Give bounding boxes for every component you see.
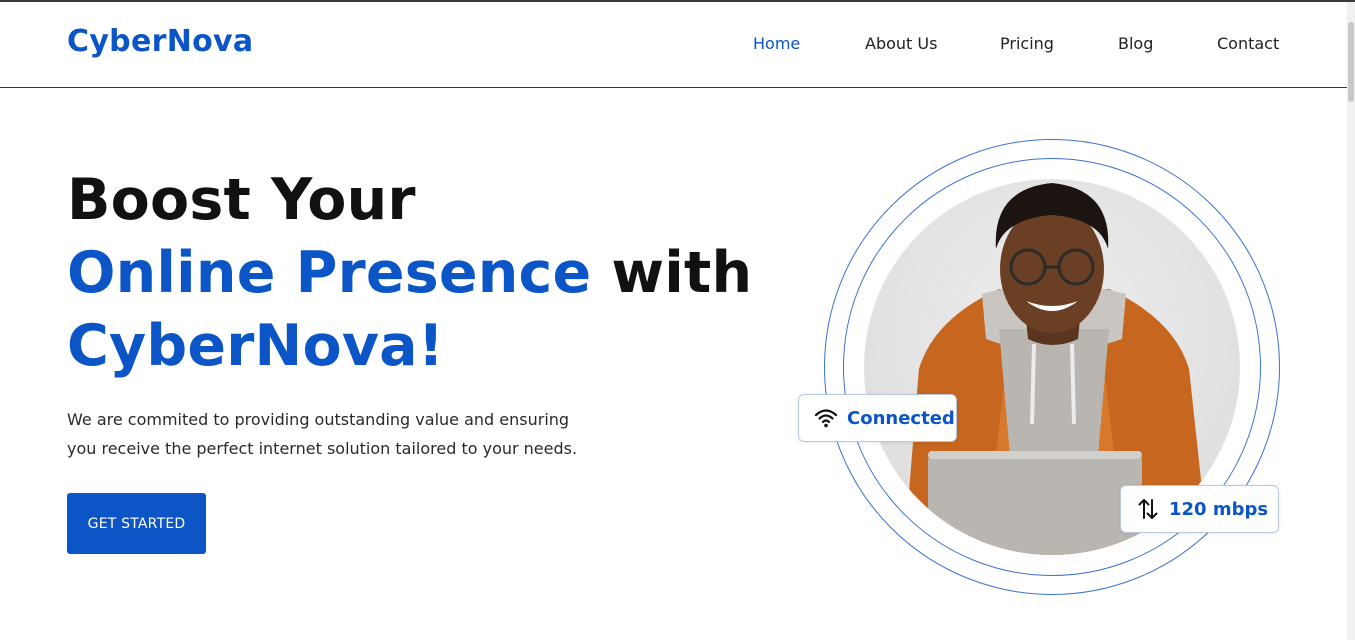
connection-status-badge: Connected <box>798 394 957 442</box>
nav-blog[interactable]: Blog <box>1118 34 1153 53</box>
up-down-arrows-icon <box>1135 496 1161 522</box>
hero-description: We are commited to providing outstanding… <box>67 405 587 463</box>
speed-badge: 120 mbps <box>1120 485 1279 533</box>
hero-description-line-1: We are commited to providing outstanding… <box>67 410 570 429</box>
hero-title-line-1: Boost Your <box>67 167 416 233</box>
hero-description-line-2: you receive the perfect internet solutio… <box>67 439 578 458</box>
brand-logo[interactable]: CyberNova <box>67 24 253 59</box>
nav-contact[interactable]: Contact <box>1217 34 1279 53</box>
hero-title-line-2: Online Presence with <box>67 245 752 302</box>
hero-title-line-3: CyberNova! <box>67 313 445 379</box>
site-header: CyberNova Home About Us Pricing Blog Con… <box>0 2 1355 88</box>
get-started-button[interactable]: GET STARTED <box>67 493 206 554</box>
nav-home[interactable]: Home <box>753 34 800 53</box>
hero-title-highlight: Online Presence <box>67 240 592 306</box>
speed-text: 120 mbps <box>1169 498 1269 520</box>
page-scrollbar[interactable] <box>1347 2 1355 640</box>
scrollbar-thumb[interactable] <box>1348 22 1354 102</box>
connection-status-text: Connected <box>847 407 955 429</box>
nav-about-us[interactable]: About Us <box>865 34 937 53</box>
hero-title-line-2-rest: with <box>591 240 753 306</box>
wifi-icon <box>813 405 839 431</box>
nav-pricing[interactable]: Pricing <box>1000 34 1054 53</box>
